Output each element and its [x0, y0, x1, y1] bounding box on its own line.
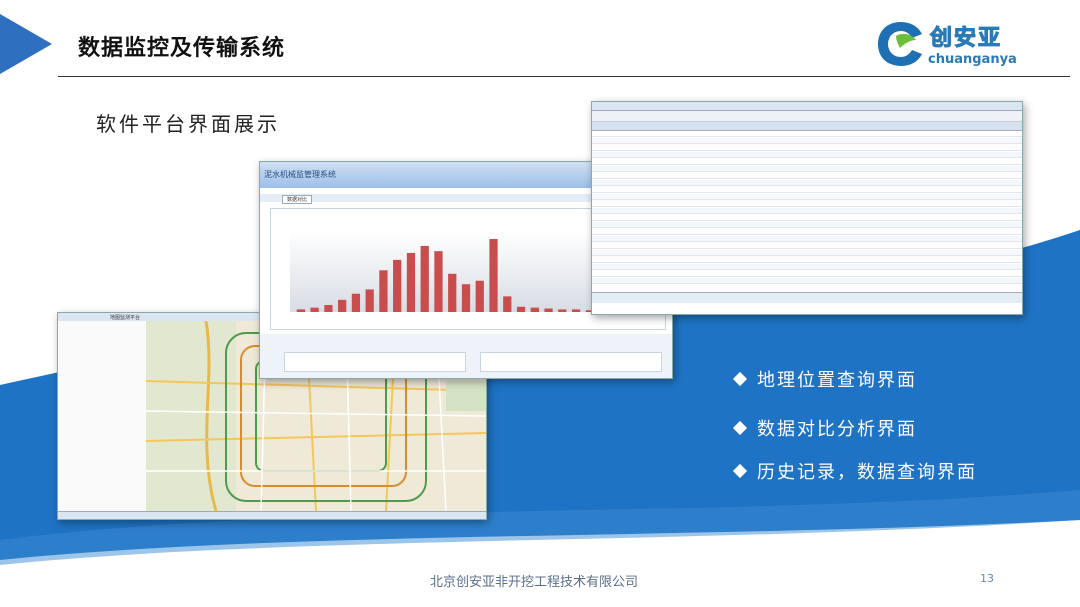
chart-bar: [544, 308, 553, 312]
feature-item: 数据对比分析界面: [732, 415, 917, 441]
feature-label: 历史记录，数据查询界面: [757, 462, 977, 483]
feature-item: 地理位置查询界面: [732, 366, 917, 392]
chart-bar: [571, 309, 581, 312]
diamond-bullet-icon: [732, 420, 748, 436]
chart-bar: [310, 307, 319, 312]
table-row: [592, 278, 1022, 284]
history-records-screenshot: [591, 101, 1023, 315]
chart-window-title: 泥水机械监管理系统: [264, 170, 336, 179]
chart-bar: [365, 289, 374, 312]
chart-bar: [558, 309, 567, 312]
header-divider: [58, 76, 1070, 77]
table-row: [592, 222, 1022, 228]
chart-bar: [434, 251, 443, 312]
table-row: [592, 152, 1022, 158]
table-row: [592, 201, 1022, 207]
table-row: [592, 159, 1022, 165]
section-title: 软件平台界面展示: [96, 112, 280, 136]
chart-bar: [516, 306, 526, 312]
feature-label: 数据对比分析界面: [757, 419, 917, 440]
page-number: 13: [980, 572, 994, 585]
chart-bar: [338, 299, 347, 312]
company-logo-icon: [878, 22, 922, 66]
table-row: [592, 236, 1022, 242]
table-row: [592, 229, 1022, 235]
chart-bar: [406, 252, 416, 312]
chart-tab[interactable]: 数据对比: [282, 195, 313, 204]
wechat-account-label: 公众号 · WXQJG12: [745, 554, 956, 582]
table-row: [592, 194, 1022, 200]
feature-label: 地理位置查询界面: [757, 370, 917, 391]
table-row: [592, 138, 1022, 144]
header-chevron: [0, 14, 52, 74]
table-row: [592, 257, 1022, 263]
chart-bar: [420, 245, 429, 312]
diamond-bullet-icon: [732, 371, 748, 387]
logo-english-text: chuanganya: [928, 52, 1017, 67]
table-row: [592, 145, 1022, 151]
table-row: [592, 187, 1022, 193]
chart-bar: [393, 259, 402, 312]
table-row: [592, 180, 1022, 186]
chart-bar: [461, 284, 471, 312]
chart-bar: [296, 309, 306, 312]
company-name: 北京创安亚非开挖工程技术有限公司: [430, 575, 639, 590]
chart-bar: [503, 296, 512, 312]
table-row: [592, 264, 1022, 270]
table-row: [592, 215, 1022, 221]
feature-item: 历史记录，数据查询界面: [732, 458, 977, 484]
map-tab-label: 地图监测平台: [110, 315, 141, 321]
logo-chinese-text: 创安亚: [929, 26, 1003, 52]
chart-bar: [475, 280, 484, 312]
table-row: [592, 166, 1022, 172]
chart-bar: [530, 307, 539, 312]
table-row: [592, 131, 1022, 137]
chart-bar: [448, 273, 457, 312]
slide-title: 数据监控及传输系统: [78, 36, 286, 61]
chart-bar: [489, 239, 498, 312]
chart-bar: [351, 293, 361, 312]
chart-bar: [324, 305, 333, 312]
chart-bar: [379, 270, 388, 312]
table-row: [592, 208, 1022, 214]
table-row: [592, 173, 1022, 179]
table-row: [592, 243, 1022, 249]
table-row: [592, 250, 1022, 256]
table-row: [592, 271, 1022, 277]
diamond-bullet-icon: [732, 463, 748, 479]
